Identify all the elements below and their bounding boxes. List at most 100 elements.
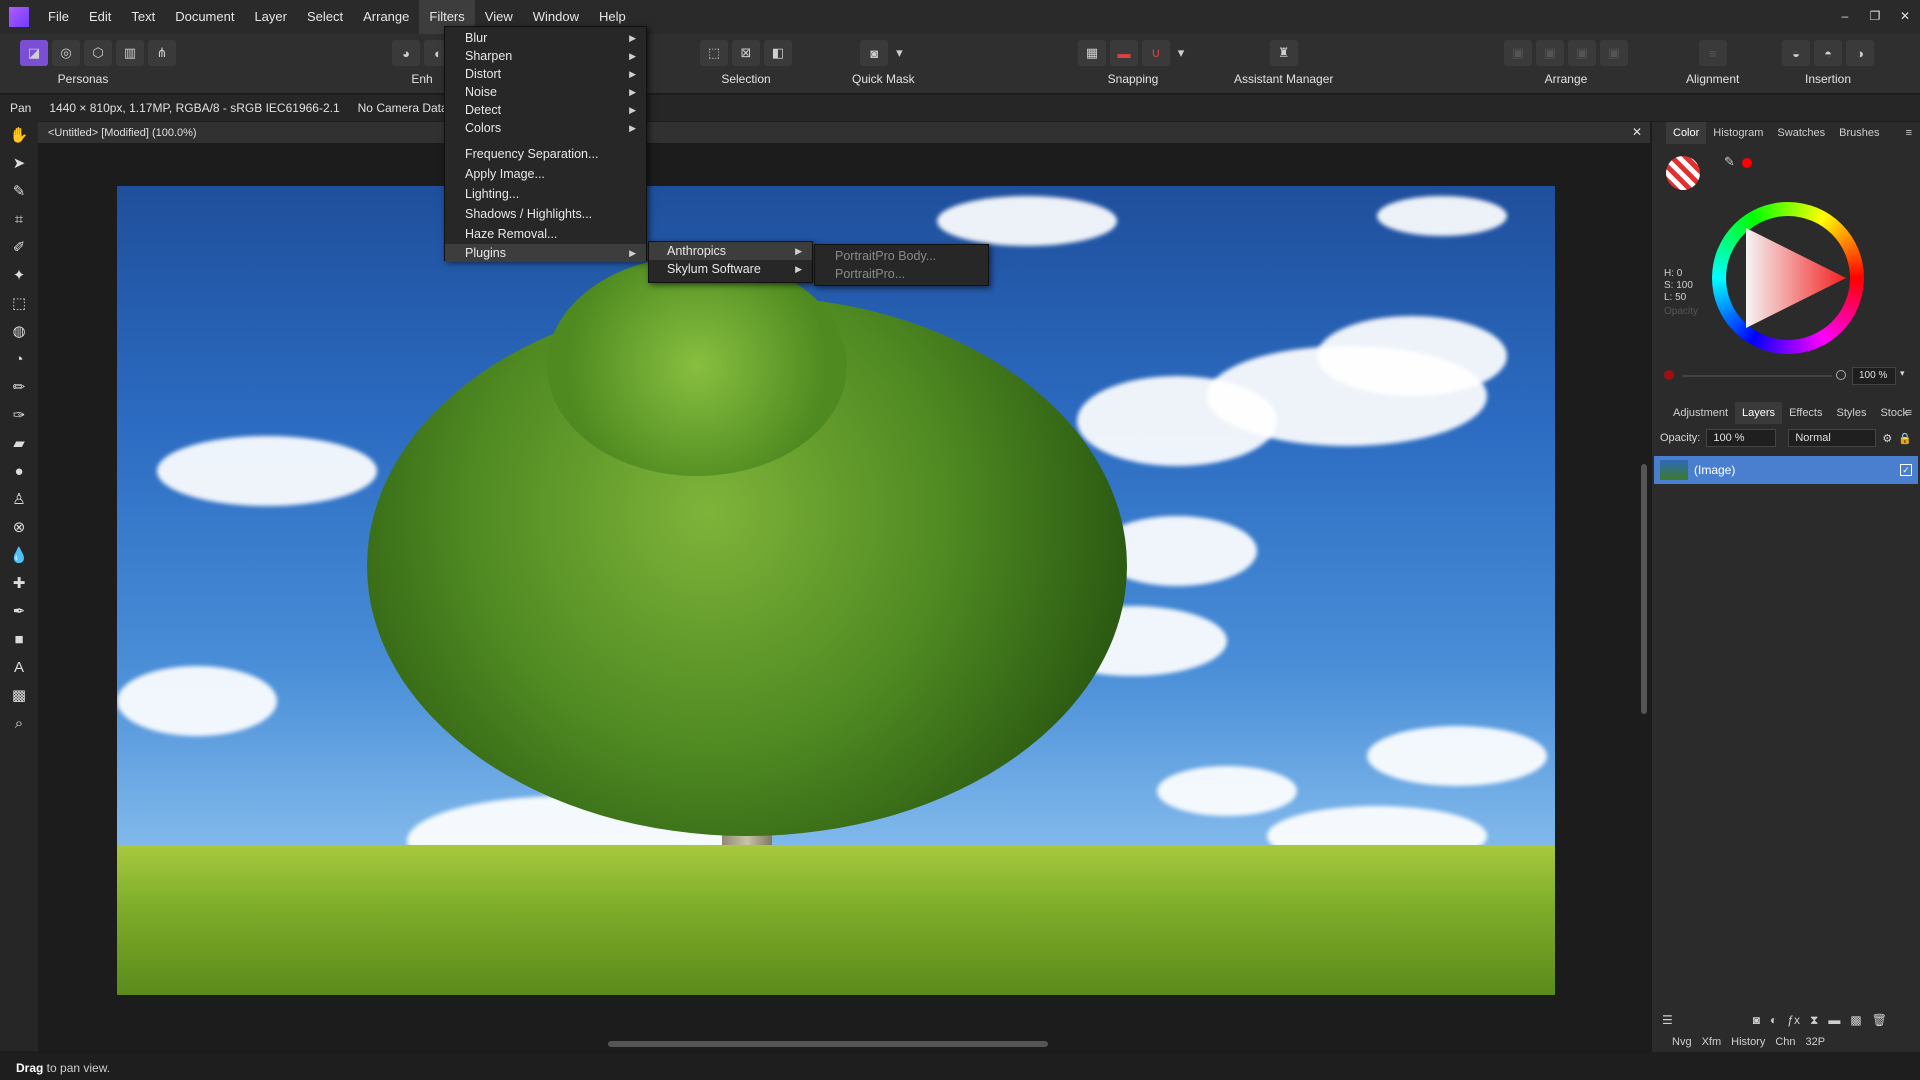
menu-item-anthropics[interactable]: Anthropics ▶ xyxy=(649,242,812,260)
tab-swatches[interactable]: Swatches xyxy=(1770,122,1832,144)
document-tab[interactable]: <Untitled> [Modified] (100.0%) ✕ xyxy=(38,122,1650,144)
invert-selection-icon[interactable]: ◧ xyxy=(764,40,792,66)
layer-row[interactable]: (Image) ✓ xyxy=(1654,456,1918,484)
chevron-down-icon[interactable]: ▾ xyxy=(1174,40,1188,66)
restore-button[interactable]: ❐ xyxy=(1860,0,1890,34)
menu-item-skylum-software[interactable]: Skylum Software ▶ xyxy=(649,260,812,278)
gear-icon[interactable]: ⚙ xyxy=(1882,432,1892,445)
mask-layer-icon[interactable]: ◙ xyxy=(1753,1013,1760,1027)
opacity-handle[interactable] xyxy=(1836,370,1846,380)
tab-color[interactable]: Color xyxy=(1666,122,1707,144)
tab-channels[interactable]: Chn xyxy=(1775,1036,1795,1048)
export-persona-icon[interactable]: ⋔ xyxy=(148,40,176,66)
clone-icon[interactable]: ♙ xyxy=(0,485,38,513)
adjustment-layer-icon[interactable]: ◐ xyxy=(1770,1013,1777,1027)
mesh-warp-icon[interactable]: ▩ xyxy=(0,681,38,709)
menu-item-haze-removal[interactable]: Haze Removal... xyxy=(445,224,646,244)
auto-levels-icon[interactable]: ◕ xyxy=(392,40,420,66)
erase-icon[interactable]: ▰ xyxy=(0,429,38,457)
layers-stack-icon[interactable]: ☰ xyxy=(1662,1013,1673,1027)
menu-item-portraitpro[interactable]: PortraitPro... xyxy=(815,265,988,283)
menu-item-plugins[interactable]: Plugins ▶ xyxy=(445,244,646,262)
blend-mode-select[interactable]: Normal xyxy=(1788,429,1877,447)
move-to-front-icon[interactable]: ▣ xyxy=(1600,40,1628,66)
vertical-scrollbar[interactable] xyxy=(1638,144,1650,1034)
minimize-button[interactable]: – xyxy=(1830,0,1860,34)
insert-top-icon[interactable]: ◓ xyxy=(1814,40,1842,66)
close-window-button[interactable]: ✕ xyxy=(1890,0,1920,34)
layer-visibility-checkbox[interactable]: ✓ xyxy=(1900,464,1912,476)
tonemap-persona-icon[interactable]: ▥ xyxy=(116,40,144,66)
new-layer-icon[interactable]: ▩ xyxy=(1850,1013,1861,1027)
text-tool-icon[interactable]: A xyxy=(0,653,38,681)
chevron-down-icon[interactable]: ▾ xyxy=(892,40,906,66)
menu-document[interactable]: Document xyxy=(165,0,244,34)
menu-item-sharpen[interactable]: Sharpen ▶ xyxy=(445,47,646,65)
move-back-icon[interactable]: ▣ xyxy=(1536,40,1564,66)
menu-layer[interactable]: Layer xyxy=(244,0,297,34)
tab-32p[interactable]: 32P xyxy=(1806,1036,1826,1048)
develop-persona-icon[interactable]: ⬡ xyxy=(84,40,112,66)
flood-fill-icon[interactable]: ◍ xyxy=(0,317,38,345)
group-folder-icon[interactable]: ▬ xyxy=(1828,1013,1840,1027)
panel-menu-icon[interactable]: ≡ xyxy=(1906,122,1912,144)
menu-item-distort[interactable]: Distort ▶ xyxy=(445,65,646,83)
menu-item-frequency-separation[interactable]: Frequency Separation... xyxy=(445,144,646,164)
tab-transform[interactable]: Xfm xyxy=(1702,1036,1722,1048)
fill-stroke-swatch[interactable] xyxy=(1666,156,1700,190)
move-forward-icon[interactable]: ▣ xyxy=(1568,40,1596,66)
selection-brush-icon[interactable]: ✐ xyxy=(0,233,38,261)
horizontal-scrollbar[interactable] xyxy=(38,1034,1650,1054)
flood-select-icon[interactable]: ✦ xyxy=(0,261,38,289)
rectangle-icon[interactable]: ■ xyxy=(0,625,38,653)
hand-icon[interactable]: ✋ xyxy=(0,121,38,149)
healing-brush-icon[interactable]: ✚ xyxy=(0,569,38,597)
color-replace-icon[interactable]: ✑ xyxy=(0,401,38,429)
marquee-icon[interactable]: ⬚ xyxy=(0,289,38,317)
close-document-icon[interactable]: ✕ xyxy=(1632,125,1642,139)
grid-icon[interactable]: ▦ xyxy=(1078,40,1106,66)
menu-item-colors[interactable]: Colors ▶ xyxy=(445,119,646,137)
menu-edit[interactable]: Edit xyxy=(79,0,121,34)
tab-brushes[interactable]: Brushes xyxy=(1832,122,1886,144)
menu-item-noise[interactable]: Noise ▶ xyxy=(445,83,646,101)
liquify-persona-icon[interactable]: ◎ xyxy=(52,40,80,66)
pen-icon[interactable]: ✒ xyxy=(0,597,38,625)
menu-file[interactable]: File xyxy=(38,0,79,34)
assistant-icon[interactable]: ♜ xyxy=(1269,40,1298,66)
quick-mask-icon[interactable]: ◙ xyxy=(860,40,889,66)
zoom-icon[interactable]: ⌕ xyxy=(0,709,38,737)
move-tool-icon[interactable]: ➤ xyxy=(0,149,38,177)
live-filter-icon[interactable]: ⧗ xyxy=(1810,1013,1818,1028)
paint-brush-icon[interactable]: ✏ xyxy=(0,373,38,401)
document-image[interactable] xyxy=(117,186,1555,995)
deselect-icon[interactable]: ⊠ xyxy=(732,40,760,66)
snap-toggle-icon[interactable]: ▬ xyxy=(1110,40,1138,66)
menu-item-lighting[interactable]: Lighting... xyxy=(445,184,646,204)
color-picker-icon[interactable]: ✎ xyxy=(0,177,38,205)
fx-icon[interactable]: ƒx xyxy=(1787,1013,1800,1027)
chevron-down-icon[interactable]: ▾ xyxy=(1900,368,1905,379)
alignment-icon[interactable]: ≡ xyxy=(1698,40,1727,66)
tab-histogram[interactable]: Histogram xyxy=(1706,122,1770,144)
photo-persona-icon[interactable]: ◪ xyxy=(20,40,48,66)
insert-inside-icon[interactable]: ◑ xyxy=(1846,40,1874,66)
gradient-icon[interactable]: ◔ xyxy=(0,345,38,373)
menu-text[interactable]: Text xyxy=(121,0,165,34)
opacity-value[interactable]: 100 % xyxy=(1852,367,1896,385)
lock-icon[interactable]: 🔒 xyxy=(1898,432,1912,445)
menu-item-apply-image[interactable]: Apply Image... xyxy=(445,164,646,184)
tab-effects[interactable]: Effects xyxy=(1782,402,1829,424)
blur-brush-icon[interactable]: 💧 xyxy=(0,541,38,569)
eyedropper-icon[interactable]: ✎ xyxy=(1724,154,1735,170)
menu-select[interactable]: Select xyxy=(297,0,353,34)
tab-styles[interactable]: Styles xyxy=(1830,402,1874,424)
menu-item-shadows-highlights[interactable]: Shadows / Highlights... xyxy=(445,204,646,224)
layer-opacity-field[interactable]: 100 % xyxy=(1706,429,1777,447)
magnet-icon[interactable]: ∪ xyxy=(1142,40,1170,66)
tab-history[interactable]: History xyxy=(1731,1036,1765,1048)
red-eye-icon[interactable]: ⊗ xyxy=(0,513,38,541)
tab-layers[interactable]: Layers xyxy=(1735,402,1783,424)
tab-navigator[interactable]: Nvg xyxy=(1672,1036,1692,1048)
dodge-icon[interactable]: ● xyxy=(0,457,38,485)
